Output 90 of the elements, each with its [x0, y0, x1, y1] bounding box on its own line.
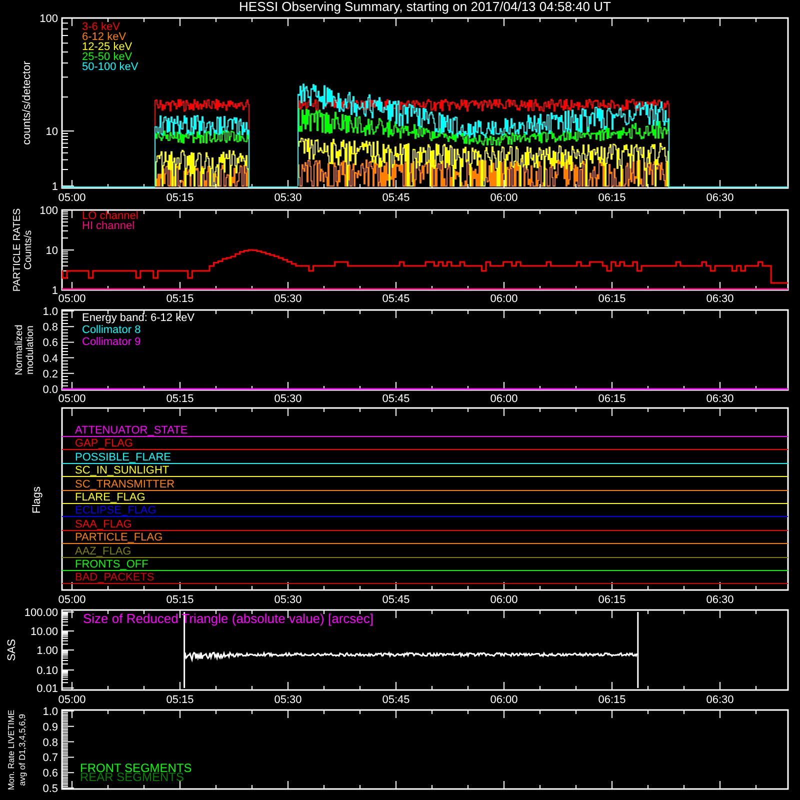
value-axis-label: 10.00 [30, 626, 58, 638]
time-axis-label: 06:00 [490, 293, 518, 305]
value-axis-label: 0.6 [42, 337, 58, 350]
value-axis-label: 0.2 [42, 368, 58, 380]
axis-title: modulation [25, 326, 36, 374]
time-axis-label: 05:15 [166, 393, 194, 405]
time-axis-label: 05:45 [382, 192, 410, 204]
time-axis-label: 06:30 [706, 694, 734, 705]
value-axis-label: 0.0 [42, 384, 58, 396]
time-axis-label: 05:30 [274, 594, 302, 605]
flag-label: ECLIPSE_FLAG [75, 504, 156, 516]
legend-label: LO channel [82, 210, 138, 222]
value-axis-label: 0.01 [36, 683, 58, 695]
time-axis-label: 05:30 [274, 694, 302, 705]
time-axis-label: 05:00 [58, 293, 86, 305]
time-axis-label: 06:15 [598, 694, 626, 705]
time-axis-label: 06:30 [706, 594, 734, 605]
axis-title: Counts/s [23, 230, 34, 270]
value-axis-label: 100 [40, 205, 58, 217]
time-axis-label: 06:00 [490, 594, 518, 605]
axis-title: Normalized [14, 324, 25, 376]
flag-label: ATTENUATOR_STATE [75, 424, 188, 436]
flag-label: SAA_FLAG [75, 518, 132, 530]
flag-label: BAD_PACKETS [75, 572, 154, 584]
value-axis-label: 0.6 [42, 768, 58, 780]
time-axis-label: 05:45 [382, 594, 410, 605]
time-axis-label: 05:15 [166, 293, 194, 305]
axis-title: Mon. Rate LIVETIME [6, 710, 16, 790]
time-axis-label: 05:00 [58, 192, 86, 204]
flag-label: SC_IN_SUNLIGHT [75, 464, 170, 476]
value-axis-label: 0.8 [42, 736, 58, 749]
time-axis-label: 05:30 [274, 192, 302, 204]
legend-label: 6-12 keV [82, 31, 126, 43]
time-axis-label: 05:15 [166, 694, 194, 705]
time-axis-label: 05:30 [274, 393, 302, 405]
axis-title: SAS [6, 639, 18, 661]
time-axis-label: 05:00 [58, 393, 86, 405]
value-axis-label: 0.10 [36, 665, 58, 677]
legend-label: 25-50 keV [82, 51, 132, 63]
time-axis-label: 05:00 [58, 594, 86, 605]
time-axis-label: 06:15 [598, 293, 626, 305]
flag-label: AAZ_FLAG [75, 546, 132, 558]
time-axis-label: 06:00 [490, 393, 518, 405]
value-axis-label: 10 [46, 245, 58, 257]
axis-title: PARTICLE RATES [12, 208, 23, 292]
flag-label: GAP_FLAG [75, 438, 134, 450]
time-axis-label: 05:30 [274, 293, 302, 305]
time-axis-label: 05:15 [166, 192, 194, 204]
flag-label: SC_TRANSMITTER [75, 478, 175, 490]
time-axis-label: 05:15 [166, 594, 194, 605]
time-axis-label: 06:30 [706, 393, 734, 405]
value-axis-label: 0.9 [42, 721, 58, 734]
axis-title: Flags [31, 486, 43, 514]
value-axis-label: 10 [46, 126, 58, 138]
value-axis-label: 0.4 [42, 352, 58, 365]
chart-title: HESSI Observing Summary, starting on 2017/04/13 04:58:40 UT [239, 0, 611, 14]
value-axis-label: 100 [40, 14, 58, 25]
value-axis-label: 100.00 [24, 607, 58, 619]
time-axis-label: 06:00 [490, 694, 518, 705]
legend-label: 50-100 keV [82, 61, 138, 73]
time-axis-label: 06:30 [706, 192, 734, 204]
value-axis-label: 0.8 [42, 322, 58, 334]
value-axis-label: 0.5 [42, 783, 58, 795]
legend-label: Collimator 8 [82, 324, 141, 336]
legend-label: HI channel [82, 220, 135, 232]
time-axis-label: 06:15 [598, 192, 626, 204]
time-axis-label: 06:30 [706, 293, 734, 305]
axis-title: counts/s/detector [21, 61, 33, 145]
value-axis-label: 1.0 [42, 306, 58, 318]
value-axis-label: 1.00 [36, 645, 58, 657]
flag-label: PARTICLE_FLAG [75, 532, 163, 544]
value-axis-label: 1.0 [42, 706, 58, 718]
time-axis-label: 06:15 [598, 594, 626, 605]
flag-label: FLARE_FLAG [75, 492, 146, 504]
legend-label: Energy band: 6-12 keV [82, 312, 195, 324]
time-axis-label: 05:45 [382, 393, 410, 405]
time-axis-label: 06:00 [490, 192, 518, 204]
flag-label: POSSIBLE_FLARE [75, 452, 171, 464]
time-axis-label: 05:00 [58, 694, 86, 705]
value-axis-label: 1 [52, 285, 58, 297]
flag-label: FRONTS_OFF [75, 558, 148, 570]
axis-title: avg of D1,3,4,5,6,9 [17, 714, 27, 786]
legend-label: 12-25 keV [82, 41, 132, 53]
value-axis-label: 1 [52, 181, 58, 193]
time-axis-label: 05:45 [382, 293, 410, 305]
time-axis-label: 05:45 [382, 694, 410, 705]
legend-label: 3-6 keV [82, 21, 120, 33]
time-axis-label: 06:15 [598, 393, 626, 405]
value-axis-label: 0.7 [42, 752, 58, 764]
legend-label: Collimator 9 [82, 336, 141, 348]
